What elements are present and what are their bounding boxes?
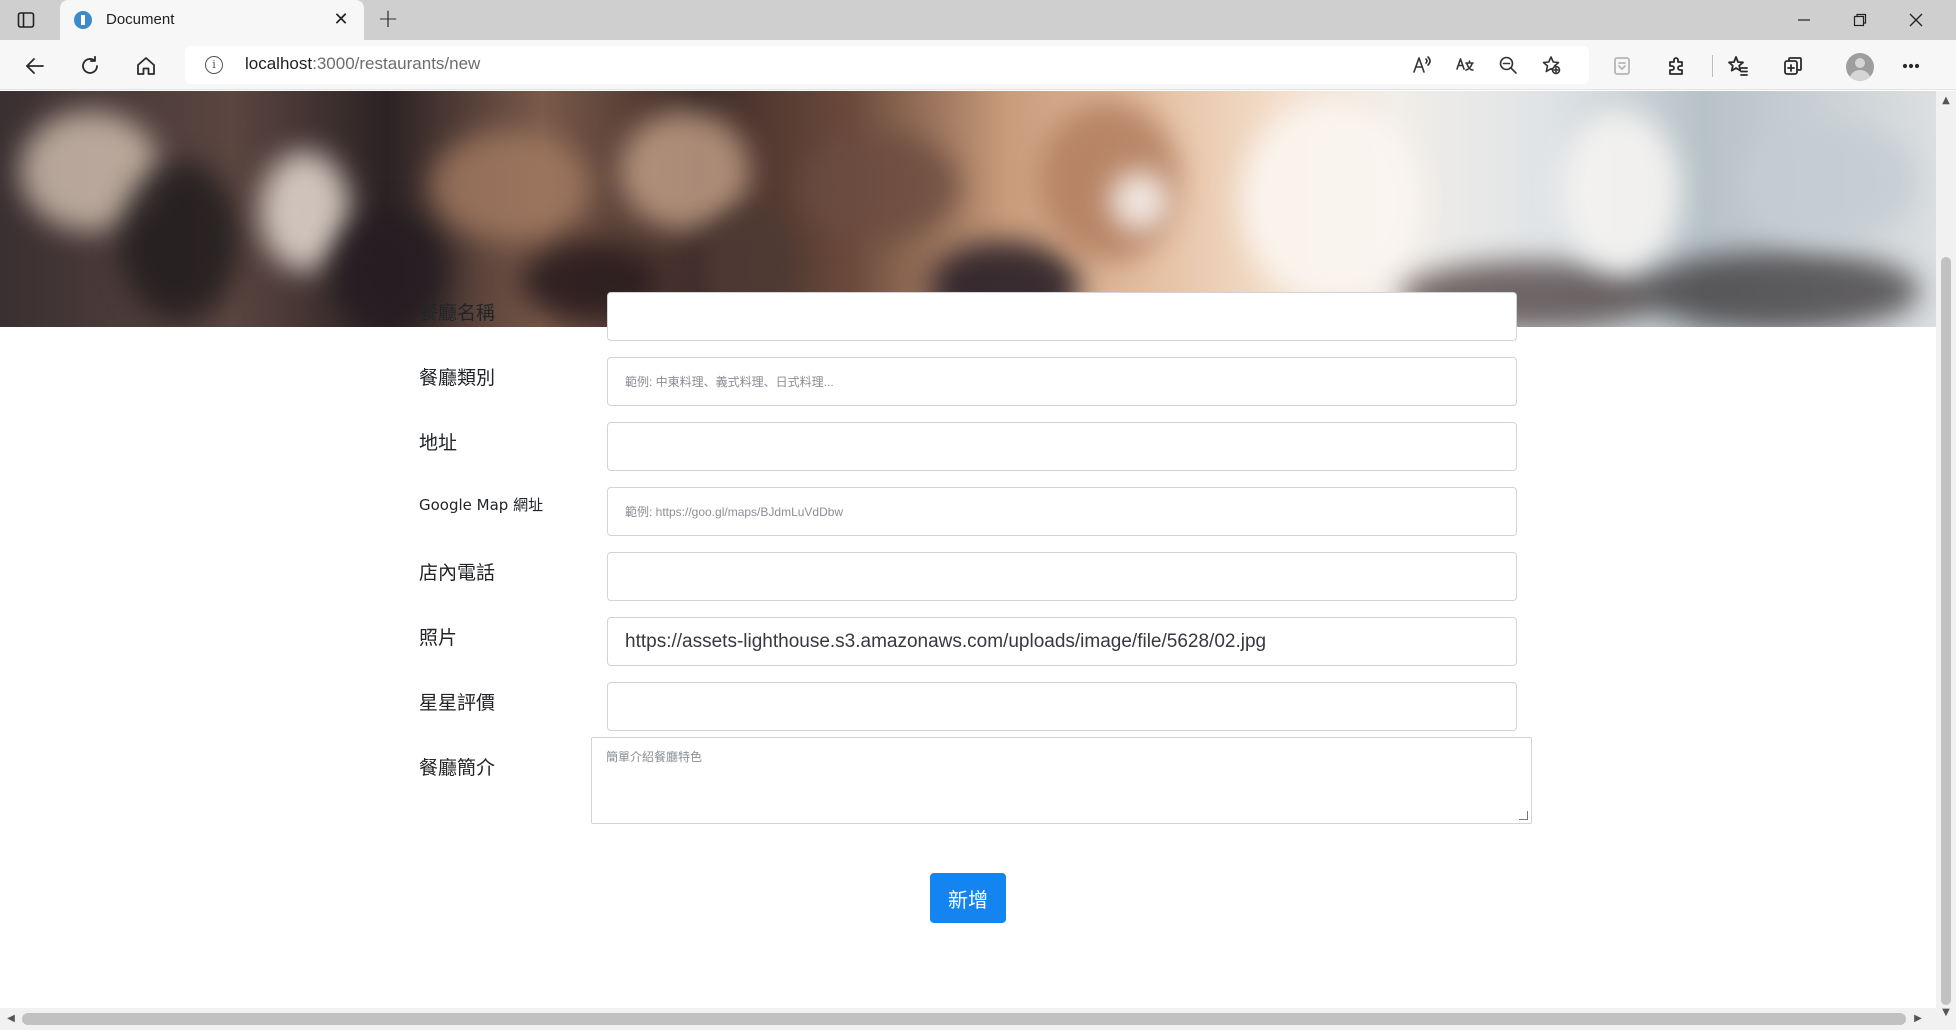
- vertical-scroll-thumb[interactable]: [1941, 257, 1951, 1005]
- address-label: 地址: [419, 432, 458, 454]
- rating-input[interactable]: [607, 682, 1517, 731]
- name-input[interactable]: [607, 292, 1517, 341]
- tab-title: Document: [106, 11, 175, 28]
- photo-value: https://assets-lighthouse.s3.amazonaws.c…: [625, 630, 1267, 652]
- resize-grip-icon[interactable]: [1519, 811, 1528, 820]
- home-icon[interactable]: [130, 50, 162, 82]
- horizontal-scroll-thumb[interactable]: [22, 1013, 1906, 1025]
- category-input[interactable]: 範例: 中東料理、義式料理、日式料理...: [607, 357, 1517, 406]
- profile-icon[interactable]: [1846, 53, 1874, 81]
- url-text[interactable]: localhost:3000/restaurants/new: [245, 54, 480, 74]
- address-input[interactable]: [607, 422, 1517, 471]
- collections-icon[interactable]: [1777, 50, 1809, 82]
- page-viewport: 餐廳名稱 餐廳類別 範例: 中東料理、義式料理、日式料理... 地址 Googl…: [0, 91, 1936, 1027]
- tab-actions-icon[interactable]: [14, 8, 38, 32]
- read-aloud-icon[interactable]: [1408, 51, 1436, 79]
- window-close-button[interactable]: [1888, 0, 1944, 40]
- scroll-left-icon[interactable]: ◀: [5, 1013, 17, 1025]
- info-icon[interactable]: i: [205, 56, 223, 74]
- google-map-label: Google Map 網址: [419, 496, 544, 514]
- add-favorite-icon[interactable]: [1537, 51, 1565, 79]
- horizontal-scrollbar[interactable]: ◀ ▶: [0, 1008, 1936, 1030]
- photo-label: 照片: [419, 627, 458, 649]
- tab-close-icon[interactable]: ✕: [330, 9, 352, 31]
- window-minimize-button[interactable]: [1776, 0, 1832, 40]
- url-path: :3000/restaurants/new: [312, 54, 481, 73]
- google-map-placeholder: 範例: https://goo.gl/maps/BJdmLuVdDbw: [625, 505, 844, 519]
- vertical-scrollbar[interactable]: ▲ ▼: [1936, 91, 1956, 1030]
- rating-label: 星星評價: [419, 692, 496, 714]
- refresh-icon[interactable]: [74, 50, 106, 82]
- browser-tab-active[interactable]: Document ✕: [60, 0, 364, 40]
- scroll-up-icon[interactable]: ▲: [1940, 95, 1952, 107]
- new-tab-button[interactable]: +: [374, 6, 402, 34]
- translate-icon[interactable]: [1451, 51, 1479, 79]
- address-bar[interactable]: i localhost:3000/restaurants/new: [185, 46, 1589, 84]
- description-label: 餐廳簡介: [419, 757, 496, 779]
- description-placeholder: 簡單介紹餐廳特色: [606, 750, 703, 764]
- tab-favicon-icon: [74, 11, 92, 29]
- browser-toolbar: i localhost:3000/restaurants/new: [0, 40, 1956, 90]
- back-arrow-icon[interactable]: [19, 50, 51, 82]
- phone-label: 店內電話: [419, 562, 496, 584]
- url-host: localhost: [245, 54, 313, 73]
- submit-button[interactable]: 新增: [930, 873, 1006, 923]
- google-map-input[interactable]: 範例: https://goo.gl/maps/BJdmLuVdDbw: [607, 487, 1517, 536]
- category-label: 餐廳類別: [419, 367, 496, 389]
- description-textarea[interactable]: 簡單介紹餐廳特色: [591, 737, 1532, 824]
- favorites-icon[interactable]: [1722, 50, 1754, 82]
- scroll-down-icon[interactable]: ▼: [1940, 1007, 1952, 1019]
- name-label: 餐廳名稱: [419, 302, 496, 324]
- zoom-out-icon[interactable]: [1494, 51, 1522, 79]
- category-placeholder: 範例: 中東料理、義式料理、日式料理...: [625, 375, 834, 389]
- scroll-right-icon[interactable]: ▶: [1912, 1013, 1924, 1025]
- browser-tab-bar: Document ✕ +: [0, 0, 1956, 40]
- extensions-icon[interactable]: [1660, 50, 1692, 82]
- photo-input[interactable]: https://assets-lighthouse.s3.amazonaws.c…: [607, 617, 1517, 666]
- phone-input[interactable]: [607, 552, 1517, 601]
- more-icon[interactable]: [1895, 50, 1927, 82]
- window-restore-button[interactable]: [1832, 0, 1888, 40]
- toolbar-separator: [1712, 55, 1713, 77]
- extension-page-icon[interactable]: [1606, 50, 1638, 82]
